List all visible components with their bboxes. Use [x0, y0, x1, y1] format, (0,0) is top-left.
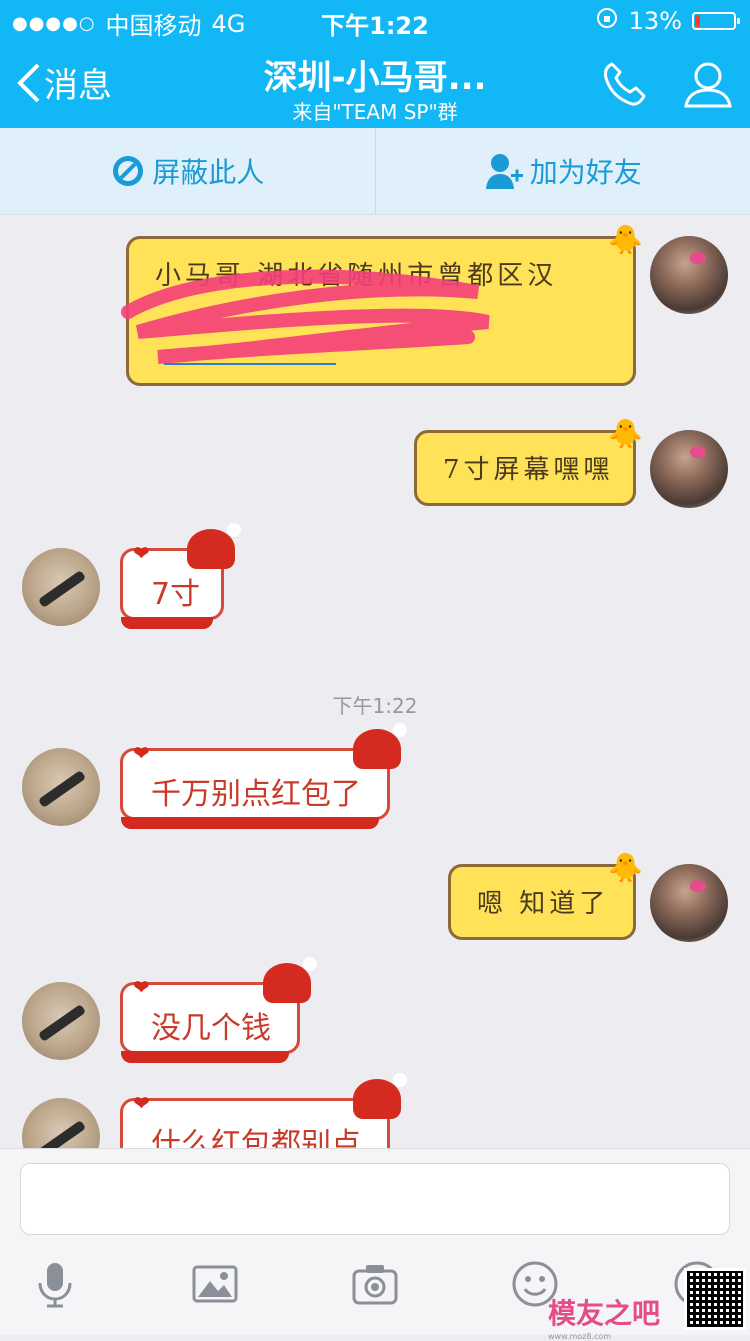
heart-icon: ❤ — [133, 741, 150, 765]
message-bubble[interactable]: 7寸屏幕嘿嘿 🐥 — [414, 430, 636, 506]
heart-icon: ❤ — [133, 1091, 150, 1115]
redaction-scribble — [118, 262, 498, 372]
watermark-text: 模友之吧 — [548, 1297, 660, 1330]
person-icon[interactable] — [682, 58, 734, 110]
message-bubble[interactable]: ❤ 7寸 — [120, 548, 224, 620]
chick-sticker-icon: 🐥 — [608, 417, 643, 450]
message-text: 千万别点红包了 — [151, 769, 361, 813]
avatar[interactable] — [650, 236, 728, 314]
message-text: 7寸屏幕嘿嘿 — [443, 449, 614, 486]
block-user-label: 屏蔽此人 — [152, 151, 264, 191]
santa-hat-icon — [353, 729, 401, 769]
heart-icon: ❤ — [133, 975, 150, 999]
chick-sticker-icon: 🐥 — [608, 851, 643, 884]
battery-percent: 13% — [629, 7, 682, 35]
message-text: 7寸 — [151, 569, 200, 613]
message-bubble[interactable]: ❤ 没几个钱 — [120, 982, 300, 1054]
heart-icon: ❤ — [133, 541, 150, 565]
santa-hat-icon — [263, 963, 311, 1003]
message-input[interactable] — [20, 1163, 730, 1235]
message-text: 嗯 知道了 — [477, 883, 609, 920]
watermark-url: www.moz8.com — [548, 1332, 660, 1341]
image-icon[interactable] — [190, 1259, 240, 1309]
status-bar: ●●●●○ 中国移动 4G 下午1:22 13% — [0, 0, 750, 40]
santa-hat-icon — [187, 529, 235, 569]
avatar[interactable] — [650, 864, 728, 942]
message-bubble[interactable]: 嗯 知道了 🐥 — [448, 864, 636, 940]
add-friend-icon — [484, 152, 524, 190]
battery-icon — [692, 12, 736, 30]
avatar[interactable] — [22, 748, 100, 826]
add-friend-label: 加为好友 — [530, 151, 642, 191]
message-timestamp: 下午1:22 — [0, 690, 750, 719]
avatar[interactable] — [650, 430, 728, 508]
avatar[interactable] — [22, 982, 100, 1060]
mic-icon[interactable] — [30, 1259, 80, 1309]
nav-bar: 消息 深圳-小马哥... 来自"TEAM SP"群 — [0, 40, 750, 128]
phone-icon[interactable] — [598, 58, 650, 110]
chick-sticker-icon: 🐥 — [608, 223, 643, 256]
add-friend-button[interactable]: 加为好友 — [375, 128, 750, 214]
status-right: 13% — [595, 6, 736, 36]
action-bar: 屏蔽此人 加为好友 — [0, 128, 750, 215]
rotation-lock-icon — [595, 6, 619, 36]
message-text: 没几个钱 — [151, 1003, 271, 1047]
santa-hat-icon — [353, 1079, 401, 1119]
camera-icon[interactable] — [350, 1259, 400, 1309]
qr-code-icon — [684, 1268, 746, 1330]
avatar[interactable] — [22, 548, 100, 626]
block-icon — [110, 153, 146, 189]
block-user-button[interactable]: 屏蔽此人 — [0, 128, 375, 214]
battery-fill — [695, 15, 700, 27]
message-bubble[interactable]: ❤ 千万别点红包了 — [120, 748, 390, 820]
